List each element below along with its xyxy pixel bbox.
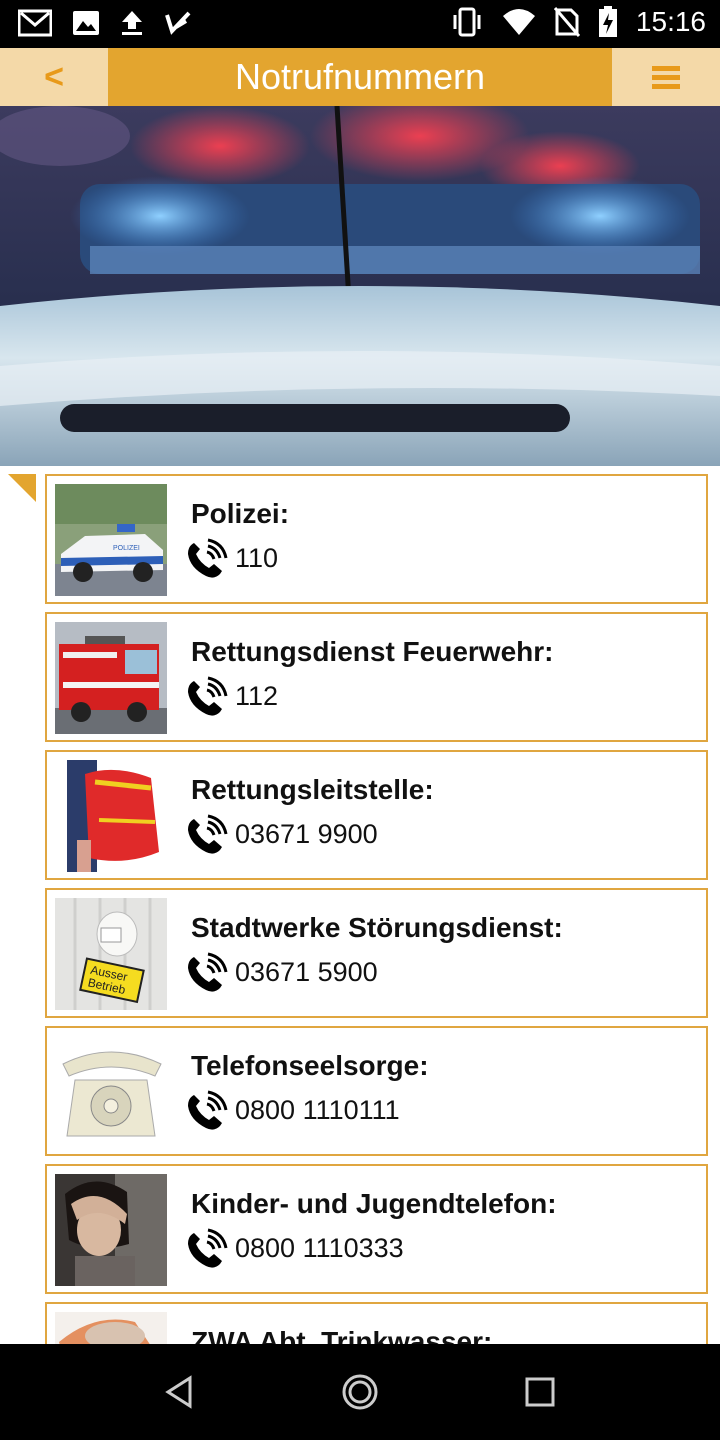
vibrate-icon bbox=[453, 7, 481, 37]
radiator-thumbnail: Ausser Betrieb bbox=[55, 898, 167, 1010]
police-car-blue-light-photo bbox=[0, 106, 720, 466]
water-thumbnail bbox=[55, 1312, 167, 1344]
battery-charging-icon bbox=[598, 6, 617, 37]
entry-title: Rettungsdienst Feuerwehr: bbox=[191, 636, 554, 667]
entry-title: ZWA Abt. Trinkwasser: bbox=[191, 1326, 493, 1344]
list-item-rettungsdienst-feuerwehr[interactable]: Rettungsdienst Feuerwehr: 112 bbox=[45, 612, 708, 742]
police-car-photo: POLIZEI bbox=[55, 484, 167, 596]
water-photo bbox=[55, 1312, 167, 1344]
rotary-telephone-thumbnail bbox=[55, 1036, 167, 1148]
phone-icon bbox=[188, 1228, 228, 1268]
phone-icon bbox=[188, 676, 228, 716]
list-item-zwa-trinkwasser[interactable]: ZWA Abt. Trinkwasser: bbox=[45, 1302, 708, 1344]
list-item-rettungsleitstelle[interactable]: Rettungsleitstelle: 03671 9900 bbox=[45, 750, 708, 880]
upload-icon bbox=[122, 11, 142, 35]
app-bar: < Notrufnummern bbox=[0, 48, 720, 106]
entry-title: Telefonseelsorge: bbox=[191, 1050, 429, 1081]
emergency-number-list: POLIZEI Polizei: 110 Rettungsdienst Feue… bbox=[0, 466, 720, 1344]
phone-icon bbox=[188, 952, 228, 992]
corner-marker bbox=[8, 474, 36, 502]
distressed-girl-thumbnail bbox=[55, 1174, 167, 1286]
radiator-ausser-betrieb-photo: AusserBetrieb bbox=[55, 898, 167, 1010]
gmail-icon bbox=[18, 9, 52, 37]
list-item-kinder-und-jugendtelefon[interactable]: Kinder- und Jugendtelefon: 0800 1110333 bbox=[45, 1164, 708, 1294]
wifi-icon bbox=[502, 9, 535, 35]
entry-phone-number[interactable]: 0800 1110333 bbox=[235, 1233, 404, 1264]
check-icon bbox=[165, 11, 191, 35]
phone-icon bbox=[188, 538, 228, 578]
distressed-girl-photo bbox=[55, 1174, 167, 1286]
entry-phone-number[interactable]: 110 bbox=[235, 543, 278, 574]
entry-phone-number[interactable]: 03671 9900 bbox=[235, 819, 378, 850]
status-bar: 15:16 bbox=[0, 0, 720, 48]
list-item-stadtwerke-stoerungsdienst[interactable]: Ausser Betrieb Stadtwerke Störungsdienst:… bbox=[45, 888, 708, 1018]
nav-recents-icon[interactable] bbox=[520, 1372, 560, 1412]
entry-title: Rettungsleitstelle: bbox=[191, 774, 434, 805]
entry-phone-number[interactable]: 03671 5900 bbox=[235, 957, 378, 988]
rescue-backpack-thumbnail bbox=[55, 760, 167, 872]
entry-title: Kinder- und Jugendtelefon: bbox=[191, 1188, 557, 1219]
image-icon bbox=[73, 11, 99, 35]
rotary-telephone-photo bbox=[55, 1036, 167, 1148]
back-button[interactable]: < bbox=[0, 48, 108, 106]
fire-truck-thumbnail bbox=[55, 622, 167, 734]
page-title: Notrufnummern bbox=[234, 56, 486, 97]
hero-image bbox=[0, 106, 720, 466]
phone-icon bbox=[188, 1090, 228, 1130]
entry-phone-number[interactable]: 112 bbox=[235, 681, 278, 712]
entry-phone-number[interactable]: 0800 1110111 bbox=[235, 1095, 400, 1126]
hamburger-menu-icon bbox=[652, 66, 680, 89]
phone-icon bbox=[188, 814, 228, 854]
rescue-backpack-photo bbox=[55, 760, 167, 872]
menu-button[interactable] bbox=[612, 48, 720, 106]
system-nav-bar bbox=[0, 1344, 720, 1440]
entry-title: Stadtwerke Störungsdienst: bbox=[191, 912, 563, 943]
nav-home-icon[interactable] bbox=[340, 1372, 380, 1412]
entry-title: Polizei: bbox=[191, 498, 290, 529]
list-item-polizei[interactable]: POLIZEI Polizei: 110 bbox=[45, 474, 708, 604]
nav-back-icon[interactable] bbox=[160, 1372, 200, 1412]
police-car-thumbnail: POLIZEI bbox=[55, 484, 167, 596]
svg-text:POLIZEI: POLIZEI bbox=[113, 545, 140, 552]
fire-truck-photo bbox=[55, 622, 167, 734]
list-item-telefonseelsorge[interactable]: Telefonseelsorge: 0800 1110111 bbox=[45, 1026, 708, 1156]
no-sim-icon bbox=[553, 7, 580, 37]
status-time: 15:16 bbox=[635, 6, 706, 37]
